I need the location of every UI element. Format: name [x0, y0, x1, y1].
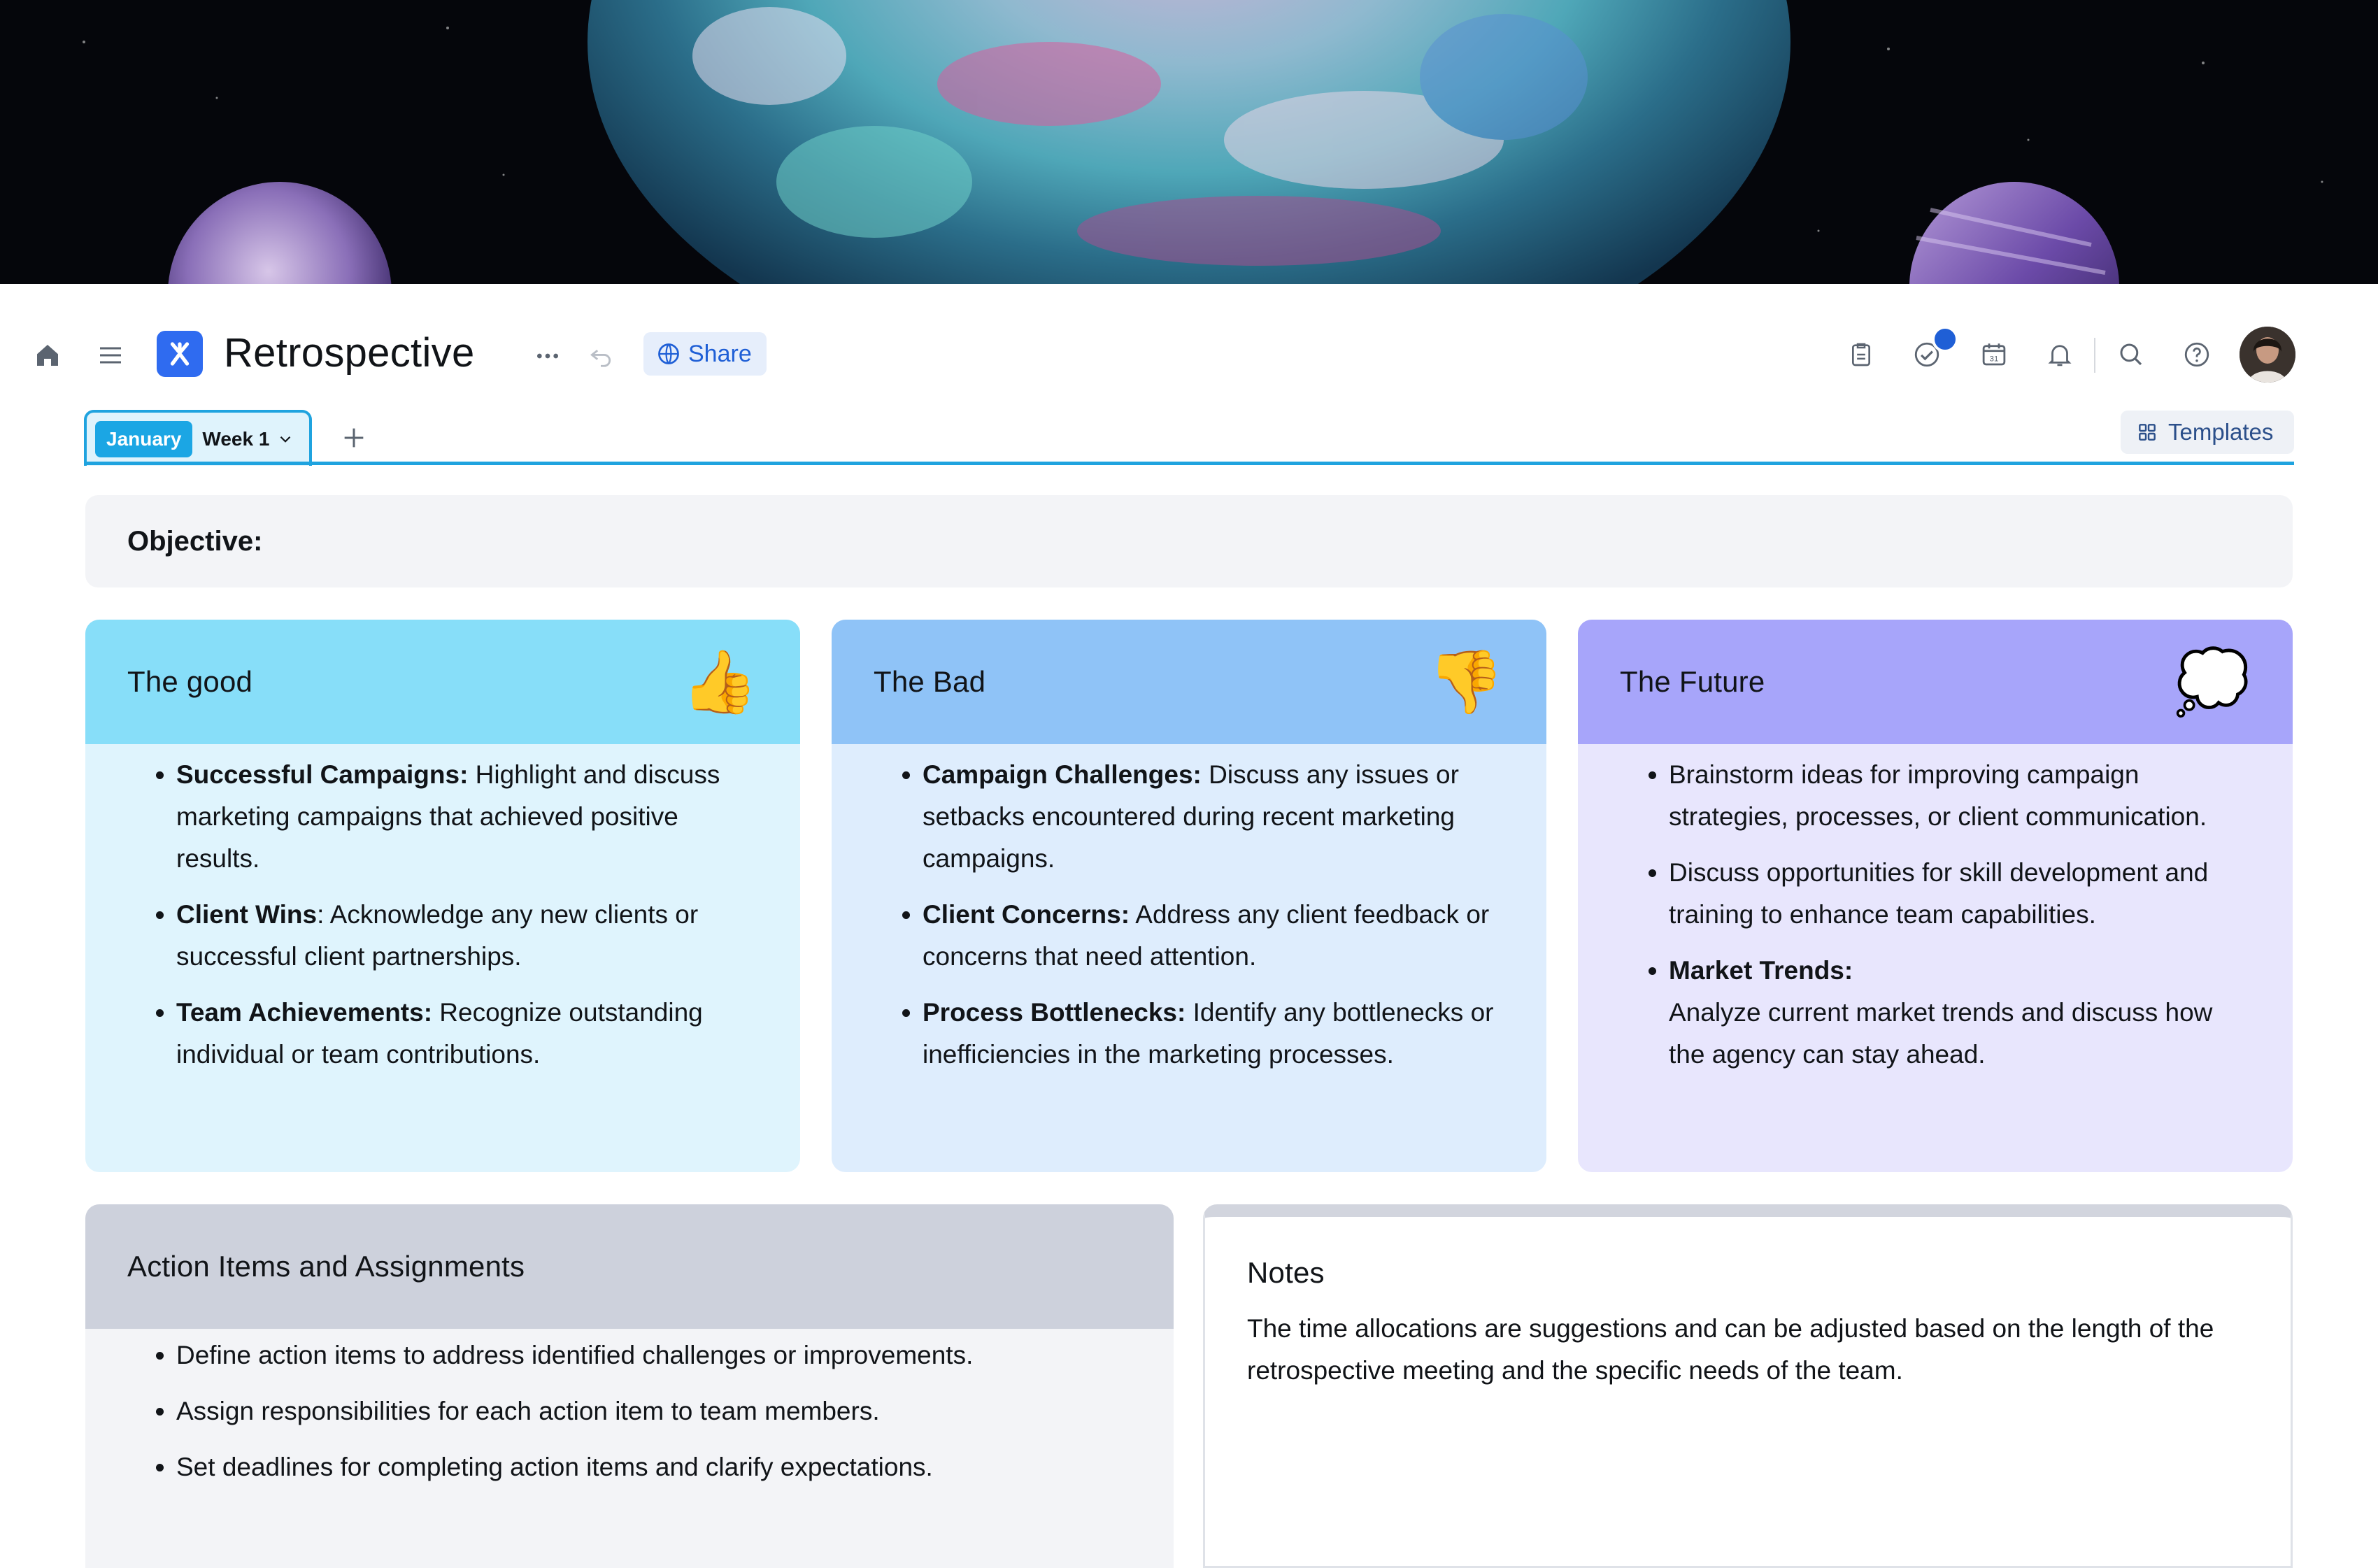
notifications-button[interactable] [2042, 337, 2077, 372]
share-label: Share [688, 340, 752, 367]
card-title: The Future [1620, 665, 1765, 698]
home-icon [37, 345, 58, 366]
item-bold: Client Concerns: [923, 900, 1130, 929]
undo-icon [590, 349, 611, 367]
add-tab-button[interactable] [334, 418, 373, 457]
card-title: Notes [1247, 1256, 1325, 1289]
help-button[interactable] [2179, 337, 2214, 372]
card-the-future[interactable]: The Future 💭 Brainstorm ideas for improv… [1578, 620, 2293, 1172]
month-chip: January [95, 421, 193, 457]
card-header: The Future 💭 [1578, 620, 2293, 744]
grid-icon [2139, 424, 2156, 441]
task-badge [1932, 326, 1958, 352]
search-icon [2120, 343, 2142, 366]
list-item: Successful Campaigns: Highlight and disc… [176, 754, 758, 880]
clipboard-icon [1852, 343, 1870, 366]
list-item: Discuss opportunities for skill developm… [1669, 852, 2251, 936]
tab-underline [84, 462, 2294, 465]
sparkle-logo-icon [170, 342, 190, 366]
templates-button[interactable]: Templates [2121, 411, 2294, 454]
card-body: Campaign Challenges: Discuss any issues … [832, 744, 1546, 1076]
page-title: Retrospective [224, 330, 475, 376]
item-bold: Market Trends: [1669, 956, 1853, 985]
item-bold: Successful Campaigns: [176, 760, 469, 789]
undo-button[interactable] [583, 338, 618, 373]
plus-icon [344, 428, 364, 448]
card-body: Define action items to address identifie… [85, 1329, 1174, 1488]
home-button[interactable] [31, 338, 64, 372]
card-the-bad[interactable]: The Bad 👎 Campaign Challenges: Discuss a… [832, 620, 1546, 1172]
item-text: Brainstorm ideas for improving campaign … [1669, 760, 2207, 831]
menu-button[interactable] [94, 338, 127, 372]
help-icon [2184, 342, 2209, 367]
card-body: Brainstorm ideas for improving campaign … [1578, 744, 2293, 1076]
thumbs-down-icon: 👎 [1427, 647, 1504, 716]
item-bold: Campaign Challenges: [923, 760, 1202, 789]
week-label: Week 1 [202, 428, 270, 450]
hamburger-icon [100, 347, 121, 364]
card-title: The Bad [874, 665, 986, 698]
list-item: Define action items to address identifie… [176, 1334, 1132, 1376]
chevron-down-icon [280, 436, 291, 443]
list-item: Client Wins: Acknowledge any new clients… [176, 894, 758, 978]
card-title: The good [127, 665, 253, 698]
svg-text:31: 31 [1990, 355, 1999, 364]
share-button[interactable]: Share [643, 332, 767, 376]
ellipsis-icon [537, 353, 558, 359]
more-options-button[interactable] [530, 338, 565, 373]
list-item: Team Achievements: Recognize outstanding… [176, 992, 758, 1076]
globe-icon [658, 343, 679, 364]
card-notes[interactable]: Notes The time allocations are suggestio… [1203, 1204, 2293, 1568]
card-body: Successful Campaigns: Highlight and disc… [85, 744, 800, 1076]
objective-label: Objective: [127, 525, 263, 557]
card-header: The good 👍 [85, 620, 800, 744]
card-header: The Bad 👎 [832, 620, 1546, 744]
templates-label: Templates [2168, 419, 2274, 445]
thumbs-up-icon: 👍 [681, 647, 758, 716]
item-text: Analyze current market trends and discus… [1669, 998, 2213, 1069]
notes-text: The time allocations are suggestions and… [1247, 1314, 2214, 1385]
notes-button[interactable] [1844, 337, 1879, 372]
card-action-items[interactable]: Action Items and Assignments Define acti… [85, 1204, 1174, 1568]
item-text: Discuss opportunities for skill developm… [1669, 858, 2209, 929]
toolbar-divider [2094, 338, 2095, 373]
list-item: Assign responsibilities for each action … [176, 1390, 1132, 1432]
objective-block[interactable]: Objective: [85, 495, 2293, 587]
list-item: Campaign Challenges: Discuss any issues … [923, 754, 1504, 880]
cover-image [0, 0, 2378, 284]
card-header: Action Items and Assignments [85, 1204, 1174, 1329]
item-bold: Process Bottlenecks: [923, 998, 1186, 1027]
list-item: Brainstorm ideas for improving campaign … [1669, 754, 2251, 838]
item-bold: Team Achievements: [176, 998, 433, 1027]
list-item: Client Concerns: Address any client feed… [923, 894, 1504, 978]
card-title: Action Items and Assignments [127, 1250, 525, 1283]
list-item: Set deadlines for completing action item… [176, 1446, 1132, 1488]
week-selector[interactable]: Week 1 [202, 428, 294, 450]
list-item: Market Trends: Analyze current market tre… [1669, 950, 2251, 1076]
search-button[interactable] [2114, 337, 2149, 372]
bell-icon [2048, 345, 2072, 366]
list-item: Process Bottlenecks: Identify any bottle… [923, 992, 1504, 1076]
user-avatar[interactable] [2240, 327, 2295, 383]
avatar-photo-icon [2240, 327, 2295, 383]
week-tab[interactable]: January Week 1 [84, 410, 312, 466]
cover-banner [0, 0, 2378, 284]
calendar-button[interactable]: 31 [1977, 337, 2012, 372]
thought-bubble-icon: 💭 [2174, 647, 2251, 716]
app-logo [157, 331, 203, 377]
card-the-good[interactable]: The good 👍 Successful Campaigns: Highlig… [85, 620, 800, 1172]
item-bold: Client Wins [176, 900, 318, 929]
calendar-icon: 31 [1982, 343, 2006, 366]
